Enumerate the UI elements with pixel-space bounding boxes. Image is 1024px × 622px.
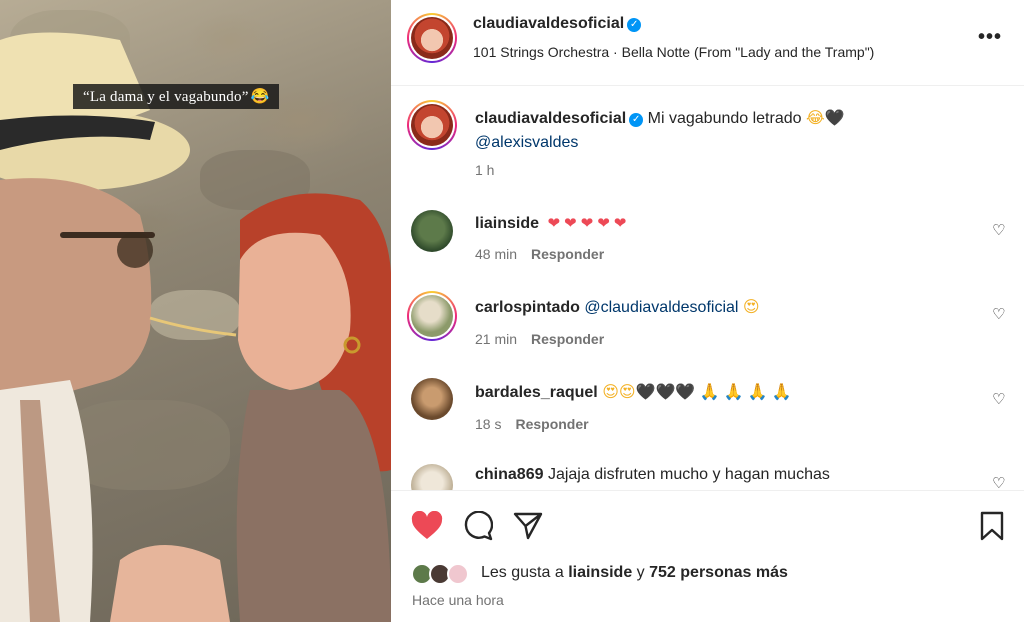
commenter-avatar[interactable] [411,378,453,420]
caption-text: “La dama y el vagabundo” [83,89,249,105]
comment-like-icon[interactable]: ♡ [992,223,1006,238]
comment-emojis: ❤❤❤❤❤ [547,215,631,232]
comment-row: china869 Jajaja disfruten mucho y hagan … [391,460,1024,490]
header-username[interactable]: claudiavaldesoficial [473,15,624,32]
likes-count[interactable]: 752 personas más [649,564,788,581]
comment-emojis: 😍😍 [602,384,636,401]
reply-button[interactable]: Responder [531,246,604,262]
comment-time: 18 s [475,416,502,432]
verified-icon: ✓ [627,18,642,32]
comment-username[interactable]: liainside [475,215,539,232]
audio-track[interactable]: 101 Strings Orchestra · Bella Notte (Fro… [473,44,874,60]
more-options-icon[interactable]: ••• [978,26,1002,49]
likes-joiner: y [636,564,645,581]
caption-text: Mi vagabundo letrado [647,110,802,127]
comment-emojis: 🖤🖤🖤 [635,384,696,401]
post-photo: “La dama y el vagabundo” 😂 [0,0,391,622]
commenter-avatar[interactable] [407,291,457,341]
caption-time: 1 h [475,162,495,178]
comment-username[interactable]: bardales_raquel [475,384,598,401]
comment-username[interactable]: china869 [475,466,543,483]
caption-emoji: 😂 [250,89,270,105]
reply-button[interactable]: Responder [531,331,604,347]
liked-heart-icon[interactable] [411,511,443,541]
caption-username[interactable]: claudiavaldesoficial [475,110,626,127]
posted-time: Hace una hora [412,592,504,608]
reply-button[interactable]: Responder [515,416,588,432]
liker-avatars[interactable] [411,561,473,587]
post-actions: Les gusta a liainside y 752 personas más… [391,490,1024,622]
share-icon[interactable] [513,511,543,541]
comment-emojis: 😍 [742,299,760,316]
verified-icon: ✓ [629,113,644,127]
comment-mention[interactable]: @claudiavaldesoficial [584,299,738,316]
comment-time: 21 min [475,331,518,347]
caption-emojis: 😂🖤 [805,110,845,127]
comment-like-icon[interactable]: ♡ [992,476,1006,490]
comment-icon[interactable] [463,511,493,541]
post-header: claudiavaldesoficial ✓ 101 Strings Orches… [391,0,1024,86]
likes-user[interactable]: liainside [568,564,632,581]
comment-like-icon[interactable]: ♡ [992,307,1006,322]
commenter-avatar[interactable] [411,464,453,490]
caption-mention[interactable]: @alexisvaldes [475,134,578,152]
comment-emojis: 🙏🙏🙏🙏 [699,384,796,401]
comment-time: 48 min [475,246,518,262]
header-avatar[interactable] [407,13,457,63]
post-panel: claudiavaldesoficial ✓ 101 Strings Orches… [391,0,1024,622]
comment-text: Jajaja disfruten mucho y hagan muchas [547,466,830,483]
photo-caption: “La dama y el vagabundo” 😂 [73,84,280,109]
likes-prefix: Les gusta a [481,564,564,581]
likes-summary: Les gusta a liainside y 752 personas más [481,564,788,582]
comment-username[interactable]: carlospintado [475,299,580,316]
save-bookmark-icon[interactable] [979,511,1005,541]
commenter-avatar[interactable] [411,210,453,252]
caption-avatar[interactable] [407,100,457,150]
comment-like-icon[interactable]: ♡ [992,392,1006,407]
